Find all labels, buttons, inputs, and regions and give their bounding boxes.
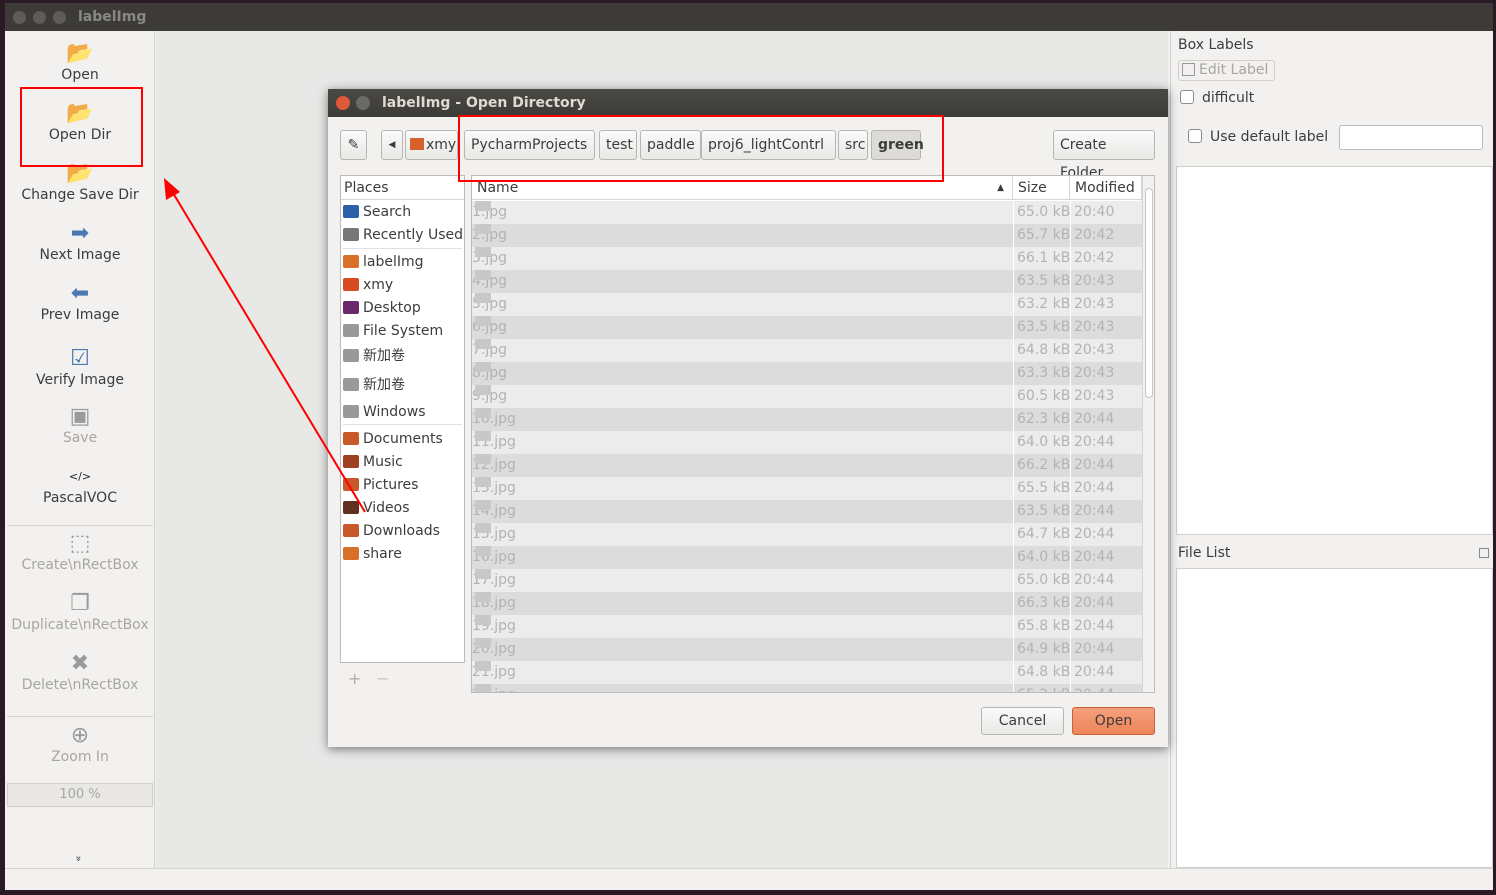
annotation-arrow <box>164 178 366 513</box>
